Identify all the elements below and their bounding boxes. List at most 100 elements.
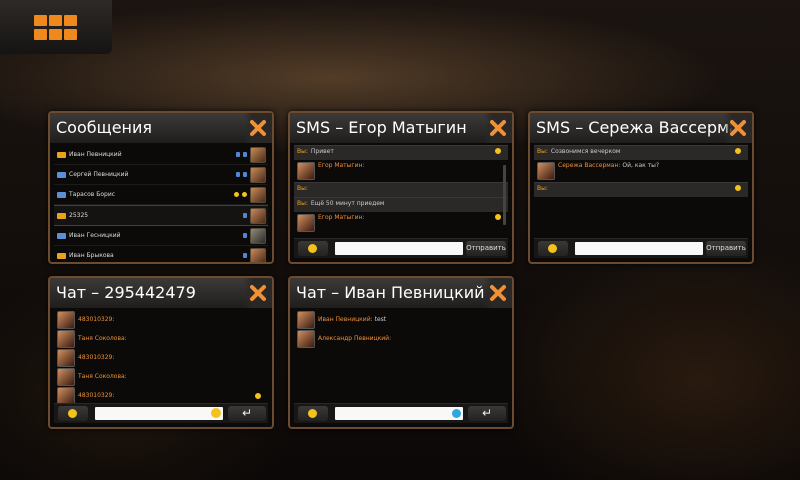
window-titlebar[interactable]: SMS – Сережа Вассерман [530, 113, 752, 143]
window-titlebar[interactable]: Чат – Иван Певницкий [290, 278, 512, 308]
list-item[interactable]: Иван Гесницкий [54, 226, 268, 246]
avatar [297, 162, 315, 180]
sender: Таня Соколова: [78, 373, 127, 380]
list-item[interactable]: Тарасов Борис [54, 185, 268, 205]
sender: Вы: [297, 185, 308, 192]
message-line: Вы: [294, 182, 508, 197]
send-button[interactable]: Отправить [706, 241, 746, 256]
avatar [250, 186, 266, 203]
conversation: Вы: Привет Егор Матыгин: Вы: Вы: Ещё 50 ми… [294, 145, 508, 258]
avatar [57, 329, 75, 348]
message-line: Александр Певницкий: [294, 329, 508, 348]
sender: 483010329: [78, 354, 115, 361]
message-line: Вы: [534, 182, 748, 197]
close-button[interactable] [244, 278, 272, 308]
emoticon-button[interactable] [58, 406, 88, 421]
message-text: Ой, как ты? [622, 162, 660, 169]
sms-icon [57, 232, 66, 239]
window-titlebar[interactable]: Чат – 295442479 [50, 278, 272, 308]
phone-icon [243, 233, 247, 238]
message-line: Сережа Вассерман: Ой, как ты? [534, 160, 748, 182]
main-menu-button[interactable] [0, 0, 112, 54]
avatar [297, 214, 315, 232]
icq-flower-icon [211, 408, 221, 418]
phone-icon [243, 213, 247, 218]
sender: 483010329: [78, 316, 115, 323]
list-item[interactable]: Иван Брыкова [54, 246, 268, 262]
emoticon-button[interactable] [538, 241, 568, 256]
sms-window-serezha[interactable]: SMS – Сережа Вассерман Вы: Созвонимся веч… [528, 111, 754, 264]
avatar [57, 310, 75, 329]
emoticon-button[interactable] [298, 406, 328, 421]
phone-icon [243, 253, 247, 258]
message-input[interactable] [335, 242, 463, 255]
contact-name: Иван Брыкова [69, 252, 114, 259]
grid-menu-icon [34, 15, 77, 40]
send-button[interactable]: ↵ [228, 406, 266, 421]
avatar [250, 166, 266, 183]
close-icon [250, 120, 266, 136]
chat-window-ivan[interactable]: Чат – Иван Певницкий Иван Певницкий: test… [288, 276, 514, 429]
close-icon [490, 120, 506, 136]
message-line: Вы: Ещё 50 минут приедем [294, 197, 508, 212]
contact-name: 25325 [69, 212, 89, 219]
scrollbar[interactable] [503, 165, 506, 225]
status-icon [236, 172, 240, 177]
envelope-icon [57, 252, 66, 259]
sender: Александр Певницкий: [318, 335, 392, 342]
message-list: Иван Певницкий Сергей Певницкий Тарасов … [54, 145, 268, 262]
status-icon [236, 152, 240, 157]
message-text: Созвонимся вечерком [550, 148, 621, 155]
message-line: Таня Соколова: [54, 367, 268, 386]
sender: Вы: [297, 148, 308, 155]
chat-window-295442479[interactable]: Чат – 295442479 483010329: Таня Соколова… [48, 276, 274, 429]
sender: Таня Соколова: [78, 335, 127, 342]
message-line: Вы: Привет [294, 145, 508, 160]
smiley-icon [735, 148, 741, 154]
window-title: SMS – Егор Матыгин [296, 118, 467, 137]
messages-window[interactable]: Сообщения Иван Певницкий Сергей Певницки… [48, 111, 274, 264]
list-item[interactable]: Иван Певницкий [54, 145, 268, 165]
close-button[interactable] [484, 113, 512, 143]
conversation: Вы: Созвонимся вечерком Сережа Вассерман:… [534, 145, 748, 258]
sender: Вы: [537, 148, 548, 155]
avatar [297, 329, 315, 348]
message-input[interactable] [95, 407, 223, 420]
message-line: Егор Матыгин: [294, 212, 508, 234]
window-title: SMS – Сережа Вассерман [536, 118, 750, 137]
envelope-icon [57, 212, 66, 219]
avatar [57, 348, 75, 367]
sms-window-egor[interactable]: SMS – Егор Матыгин Вы: Привет Егор Матыги… [288, 111, 514, 264]
sender: Сережа Вассерман: [558, 162, 621, 169]
window-title: Чат – 295442479 [56, 283, 196, 302]
message-input[interactable] [575, 242, 703, 255]
input-bar: Отправить [294, 238, 508, 258]
sender: Егор Матыгин: [318, 214, 365, 221]
message-text: test [374, 316, 387, 323]
list-item[interactable]: Сергей Певницкий [54, 165, 268, 185]
smiley-icon [242, 192, 247, 197]
contact-name: Иван Гесницкий [69, 232, 121, 239]
close-button[interactable] [724, 113, 752, 143]
window-titlebar[interactable]: SMS – Егор Матыгин [290, 113, 512, 143]
input-bar: Отправить [534, 238, 748, 258]
phone-icon [243, 172, 247, 177]
close-button[interactable] [244, 113, 272, 143]
window-title: Чат – Иван Певницкий [296, 283, 485, 302]
close-button[interactable] [484, 278, 512, 308]
smiley-icon [495, 214, 501, 220]
list-item[interactable]: 25325 [54, 205, 268, 226]
conversation: 483010329: Таня Соколова: 483010329: Тан… [54, 310, 268, 423]
message-input[interactable] [335, 407, 463, 420]
message-line: Таня Соколова: [54, 329, 268, 348]
window-titlebar[interactable]: Сообщения [50, 113, 272, 143]
emoticon-button[interactable] [298, 241, 328, 256]
sms-icon [57, 191, 66, 198]
message-line: Вы: Созвонимся вечерком [534, 145, 748, 160]
send-button[interactable]: Отправить [466, 241, 506, 256]
sms-icon [57, 171, 66, 178]
send-button[interactable]: ↵ [468, 406, 506, 421]
avatar [57, 367, 75, 386]
contact-name: Иван Певницкий [69, 151, 122, 158]
avatar [537, 162, 555, 180]
